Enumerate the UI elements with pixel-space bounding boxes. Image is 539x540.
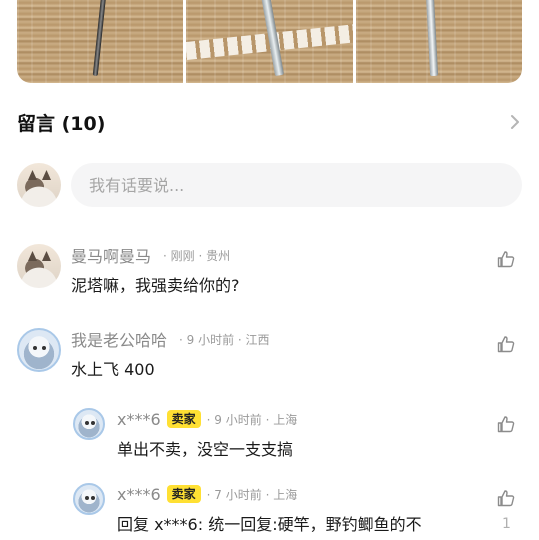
current-user-avatar: [17, 163, 61, 207]
comment-item: 曼马啊曼马 · 刚刚 · 贵州 泥塔嘛，我强卖给你的?: [17, 244, 240, 296]
listing-photo[interactable]: [355, 0, 522, 83]
comment-text[interactable]: 泥塔嘛，我强卖给你的?: [71, 272, 240, 296]
reply-item: x***6 卖家 · 9 小时前 · 上海 单出不卖，没空一支支搞: [73, 408, 297, 460]
comment-time-location: · 刚刚 · 贵州: [163, 248, 231, 263]
thumbs-up-icon[interactable]: [496, 249, 516, 269]
seller-badge: 卖家: [166, 410, 201, 428]
reply-text[interactable]: 回复 x***6: 统一回复:硬竿，野钓鲫鱼的不: [117, 511, 422, 535]
listing-photo[interactable]: [186, 0, 353, 83]
commenter-avatar[interactable]: [17, 328, 61, 372]
commenter-name[interactable]: 曼马啊曼马: [71, 243, 151, 267]
like-count: 1: [502, 516, 511, 532]
reply-time-location: · 9 小时前 · 上海: [206, 412, 298, 427]
chevron-right-icon[interactable]: [508, 113, 522, 131]
photo-strip: [17, 0, 522, 83]
thumbs-up-icon[interactable]: [496, 414, 516, 434]
replier-name[interactable]: x***6: [117, 410, 161, 429]
commenter-avatar[interactable]: [17, 244, 61, 288]
comment-time-location: · 9 小时前 · 江西: [179, 332, 270, 347]
comment-item: 我是老公哈哈 · 9 小时前 · 江西 水上飞 400: [17, 328, 270, 380]
comment-composer: [17, 162, 522, 208]
comment-text[interactable]: 水上飞 400: [71, 356, 270, 380]
commenter-name[interactable]: 我是老公哈哈: [71, 327, 167, 351]
comments-title: 留言 (10): [17, 112, 106, 135]
reply-item: x***6 卖家 · 7 小时前 · 上海 回复 x***6: 统一回复:硬竿，…: [73, 483, 422, 535]
reply-text[interactable]: 单出不卖，没空一支支搞: [117, 436, 297, 460]
fishing-rod-image: [92, 0, 107, 77]
thumbs-up-icon[interactable]: [496, 334, 516, 354]
comment-input[interactable]: [71, 163, 522, 207]
listing-photo[interactable]: [17, 0, 184, 83]
replier-avatar[interactable]: [73, 483, 105, 515]
comments-header[interactable]: 留言 (10): [17, 107, 522, 137]
thumbs-up-icon[interactable]: [496, 488, 516, 508]
seller-badge: 卖家: [166, 485, 201, 503]
replier-avatar[interactable]: [73, 408, 105, 440]
replier-name[interactable]: x***6: [117, 485, 161, 504]
fishing-rod-image: [425, 0, 438, 77]
reply-time-location: · 7 小时前 · 上海: [206, 487, 298, 502]
